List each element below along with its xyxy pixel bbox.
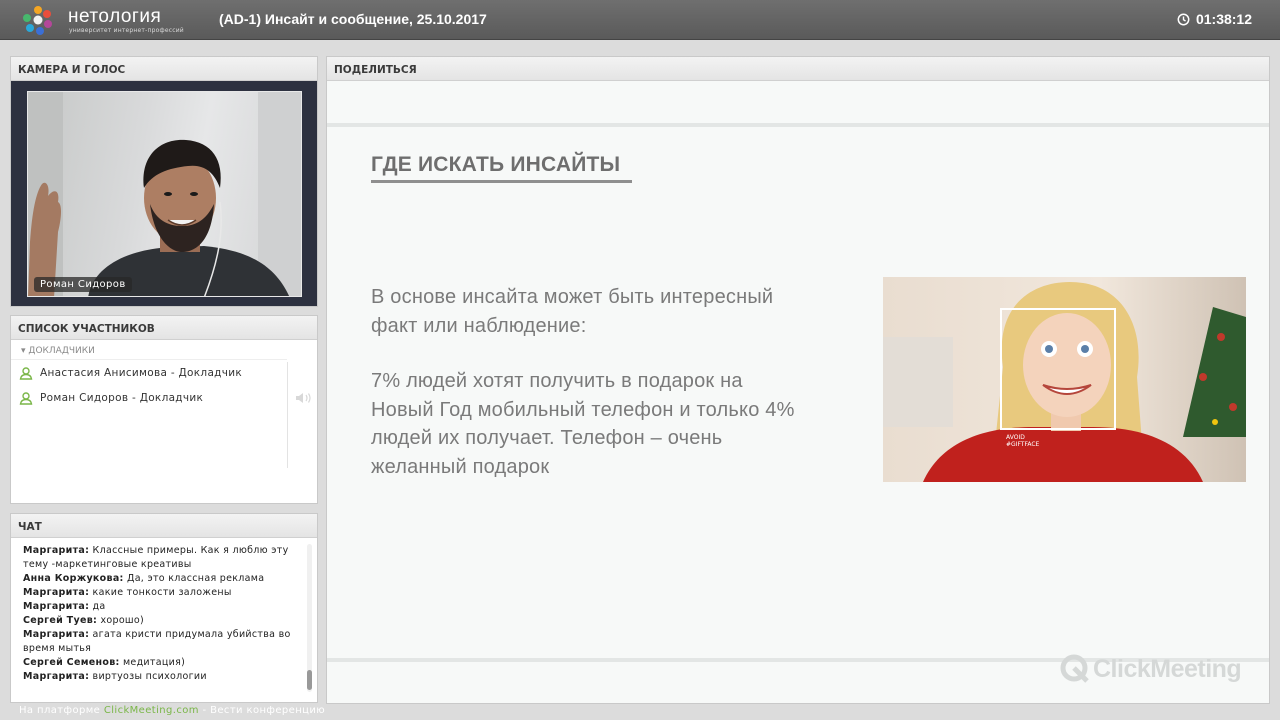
camera-panel-title: КАМЕРА И ГОЛОС [11, 57, 317, 81]
slide-text-line: желанный подарок [371, 455, 550, 478]
chat-text: хорошо) [100, 615, 145, 626]
user-icon [19, 391, 33, 405]
presenter-video[interactable]: Роман Сидоров [27, 91, 302, 297]
speaker-icon[interactable] [295, 392, 313, 404]
participant-row[interactable]: Роман Сидоров - Докладчик [11, 385, 317, 410]
slide-text-line: Новый Год мобильный телефон и только 4% [371, 398, 795, 421]
chat-author: Маргарита: [23, 601, 90, 612]
chat-author: Сергей Семенов: [23, 657, 120, 668]
chevron-down-icon: ▾ [21, 346, 26, 356]
chat-message: Анна Коржукова: Да, это классная реклама [23, 572, 308, 586]
logo-subtitle: университет интернет-профессий [69, 27, 184, 34]
netologia-logo-icon [23, 6, 52, 35]
chat-panel-title: ЧАТ [11, 514, 317, 538]
slide-text-line: людей их получает. Телефон – очень [371, 427, 723, 449]
user-icon [19, 366, 33, 380]
chat-message: Сергей Туев: хорошо) [23, 614, 308, 628]
top-bar: нетология университет интернет-профессий… [0, 0, 1280, 40]
slide-paragraph-2: 7% людей хотят получить в подарок на Нов… [371, 367, 795, 481]
chat-message: Маргарита: виртуозы психологии [23, 670, 308, 684]
slide-text-line: В основе инсайта может быть интересный [371, 286, 774, 308]
slide-top-border [327, 123, 1269, 127]
participants-panel: СПИСОК УЧАСТНИКОВ ▾ ДОКЛАДЧИКИ Анастасия… [10, 315, 318, 504]
timer-value: 01:38:12 [1195, 11, 1252, 27]
share-panel-title: ПОДЕЛИТЬСЯ [327, 57, 1269, 81]
participants-divider [287, 362, 288, 468]
chat-author: Маргарита: [23, 545, 90, 556]
chat-author: Маргарита: [23, 587, 90, 598]
clock-icon [1177, 13, 1190, 25]
meeting-timer: 01:38:12 [1177, 11, 1252, 27]
chat-message: Маргарита: какие тонкости заложены [23, 586, 308, 600]
chat-message: Маргарита: Классные примеры. Как я люблю… [23, 544, 308, 572]
footer-prefix: На платформе [19, 705, 101, 716]
participant-row[interactable]: Анастасия Анисимова - Докладчик [11, 360, 317, 385]
chat-messages: Маргарита: Классные примеры. Как я люблю… [23, 544, 308, 684]
chat-text: медитация) [122, 657, 186, 668]
slide-heading-underline [371, 180, 632, 183]
image-caption-line: AVOID [1006, 434, 1025, 441]
group-label-text: ДОКЛАДЧИКИ [28, 346, 95, 356]
slide-image: AVOID #GIFTFACE [883, 277, 1246, 482]
share-panel: ПОДЕЛИТЬСЯ ГДЕ ИСКАТЬ ИНСАЙТЫ В основе и… [326, 56, 1270, 704]
footer-suffix: - Вести конференцию [202, 705, 326, 716]
participant-name: Роман Сидоров - Докладчик [40, 391, 204, 404]
meeting-title: (AD-1) Инсайт и сообщение, 25.10.2017 [219, 11, 487, 27]
participants-panel-title: СПИСОК УЧАСТНИКОВ [11, 316, 317, 340]
participant-name: Анастасия Анисимова - Докладчик [40, 366, 243, 379]
chat-scrollbar-thumb[interactable] [307, 670, 312, 690]
presenter-video-frame [28, 92, 301, 296]
image-caption-line: #GIFTFACE [1006, 441, 1040, 448]
presenter-name-tag: Роман Сидоров [34, 277, 132, 292]
chat-message: Маргарита: да [23, 600, 308, 614]
slide-heading: ГДЕ ИСКАТЬ ИНСАЙТЫ [371, 153, 621, 176]
camera-area: Роман Сидоров [11, 81, 317, 306]
chat-author: Анна Коржукова: [23, 573, 124, 584]
chat-author: Маргарита: [23, 671, 90, 682]
chat-text: да [92, 601, 106, 612]
chat-panel: ЧАТ Маргарита: Классные примеры. Как я л… [10, 513, 318, 703]
clickmeeting-watermark: ClickMeeting [1059, 653, 1242, 685]
chat-author: Маргарита: [23, 629, 90, 640]
watermark-text: ClickMeeting [1093, 654, 1242, 683]
chat-author: Сергей Туев: [23, 615, 98, 626]
chat-text: виртуозы психологии [92, 671, 207, 682]
slide-text-line: 7% людей хотят получить в подарок на [371, 370, 743, 392]
slide-paragraph-1: В основе инсайта может быть интересный ф… [371, 283, 773, 340]
footer: На платформе ClickMeeting.com - Вести ко… [19, 705, 325, 716]
slide-text-line: факт или наблюдение: [371, 314, 587, 337]
camera-panel: КАМЕРА И ГОЛОС Роман Сидоров [10, 56, 318, 307]
speakers-group-label[interactable]: ▾ ДОКЛАДЧИКИ [11, 340, 287, 360]
chat-message: Сергей Семенов: медитация) [23, 656, 308, 670]
slide-image-art: AVOID #GIFTFACE [883, 277, 1246, 482]
chat-message: Маргарита: агата кристи придумала убийст… [23, 628, 308, 656]
clickmeeting-link[interactable]: ClickMeeting.com [104, 705, 199, 716]
chat-text: Да, это классная реклама [126, 573, 265, 584]
clickmeeting-logo-icon [1060, 654, 1089, 683]
logo-text: нетология [68, 6, 162, 27]
chat-text: какие тонкости заложены [92, 587, 232, 598]
